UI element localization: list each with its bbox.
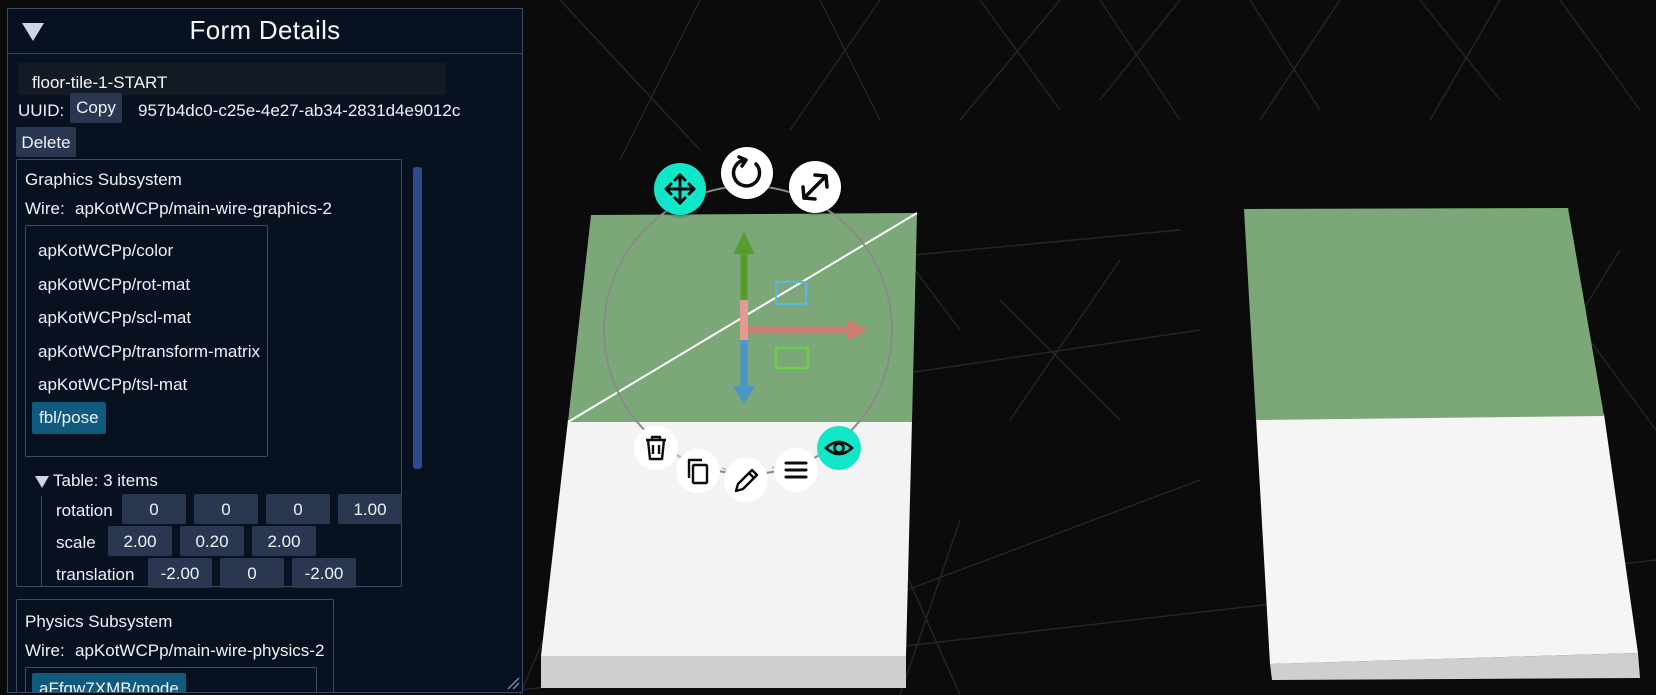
move-icon [664,173,696,205]
list-item[interactable]: apKotWCPp/transform-matrix [38,342,260,362]
tile-2-green-top [1244,208,1604,420]
rotation-w-field[interactable]: 1.00 [338,494,402,524]
translation-x-field[interactable]: -2.00 [148,558,212,588]
physics-mode-item[interactable]: aFfqw7XMB/mode [32,673,186,692]
physics-wire-value: apKotWCPp/main-wire-physics-2 [75,641,325,660]
pencil-icon [734,468,759,493]
gizmo-center [740,300,748,340]
rotation-x-field[interactable]: 0 [122,494,186,524]
translation-y-field[interactable]: 0 [220,558,284,588]
edit-object-button[interactable] [724,458,768,502]
panel-title: Form Details [189,15,341,45]
floor-tile-2 [1244,208,1640,680]
copy-uuid-button[interactable]: Copy [70,93,122,123]
visibility-toggle-button[interactable] [817,426,861,470]
graphics-wire-value: apKotWCPp/main-wire-graphics-2 [75,199,332,218]
uuid-value: 957b4dc0-c25e-4e27-ab34-2831d4e9012c [138,101,461,120]
tile-2-white-top [1256,414,1638,664]
scale-x-field[interactable]: 2.00 [108,526,172,556]
menu-icon [784,461,808,479]
scale-z-field[interactable]: 2.00 [252,526,316,556]
form-details-panel: Form Details UUID: Copy 957b4dc0-c25e-4e… [7,8,523,693]
list-item[interactable]: apKotWCPp/tsl-mat [38,375,187,395]
trash-icon [646,435,666,461]
graphics-subsystem-title: Graphics Subsystem [25,170,182,189]
delete-object-button[interactable] [634,426,678,470]
table-guide-line [41,496,42,586]
copy-icon [687,458,709,485]
table-collapse-icon[interactable] [35,476,49,488]
resize-grip-icon[interactable] [506,676,520,690]
move-mode-button[interactable] [654,163,706,215]
physics-subsystem-title: Physics Subsystem [25,612,173,631]
scale-label: scale [56,533,96,552]
rotate-mode-button[interactable] [721,147,773,199]
physics-wire-label: Wire: [25,641,65,660]
delete-button[interactable]: Delete [16,127,76,157]
panel-header: Form Details [8,9,522,54]
list-item-selected[interactable]: fbl/pose [32,402,106,434]
object-menu-button[interactable] [774,448,818,492]
graphics-wire-label: Wire: [25,199,65,218]
scale-icon [801,173,829,201]
eye-icon [824,440,854,456]
panel-scrollbar-thumb[interactable] [413,167,422,469]
list-item[interactable]: apKotWCPp/rot-mat [38,275,190,295]
rotation-z-field[interactable]: 0 [266,494,330,524]
table-label[interactable]: Table: 3 items [53,471,158,491]
translation-label: translation [56,565,135,584]
rotation-label: rotation [56,501,113,520]
rotate-icon [731,155,762,188]
object-name-field[interactable] [18,63,446,95]
scale-mode-button[interactable] [789,161,841,213]
tile-1-side [541,656,906,688]
uuid-label: UUID: [18,101,65,120]
translation-z-field[interactable]: -2.00 [292,558,356,588]
duplicate-object-button[interactable] [676,449,720,493]
list-item[interactable]: apKotWCPp/color [38,241,173,261]
rotation-y-field[interactable]: 0 [194,494,258,524]
list-item[interactable]: apKotWCPp/scl-mat [38,308,191,328]
scale-y-field[interactable]: 0.20 [180,526,244,556]
